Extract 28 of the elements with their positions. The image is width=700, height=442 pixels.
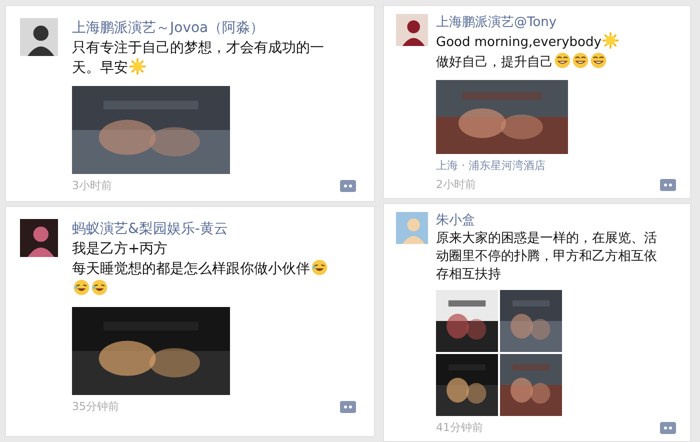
location-link[interactable]: 上海 · 浦东星河湾酒店: [436, 158, 676, 173]
post-text: 我是乙方+丙方: [72, 241, 168, 257]
post-text: 原来大家的困惑是一样的，在展览、活动圈里不停的扑腾，甲方和乙方相互依存相互扶持: [436, 231, 657, 282]
post-text: 天。早安: [72, 60, 128, 76]
grinning-emoji-icon: [572, 52, 589, 69]
sun-emoji-icon: [129, 58, 146, 75]
post-text: Good morning,everybody: [436, 35, 602, 50]
laughing-emoji-icon: [73, 279, 90, 296]
sun-emoji-icon: [602, 32, 620, 49]
user-name[interactable]: 蚂蚁演艺&梨园娱乐-黄云: [72, 219, 356, 239]
user-name[interactable]: 上海鹏派演艺～Jovoa（阿淼）: [72, 18, 356, 38]
post-time: 3小时前: [72, 178, 112, 193]
comment-icon[interactable]: [340, 400, 356, 412]
post-text: 每天睡觉想的都是怎么样跟你做小伙伴: [72, 261, 310, 277]
post-text: 做好自己，提升自己: [436, 55, 553, 70]
comment-icon[interactable]: [340, 180, 356, 192]
grinning-emoji-icon: [590, 52, 607, 69]
laughing-emoji-icon: [311, 259, 328, 276]
user-name[interactable]: 上海鹏派演艺@Tony: [436, 14, 676, 32]
post-text: 只有专注于自己的梦想，才会有成功的一: [72, 40, 324, 56]
comment-icon[interactable]: [660, 422, 676, 434]
post-time: 35分钟前: [72, 399, 119, 414]
grinning-emoji-icon: [554, 52, 571, 69]
post-time: 41分钟前: [436, 420, 483, 435]
laughing-emoji-icon: [91, 279, 108, 296]
comment-icon[interactable]: [660, 178, 676, 190]
post-time: 2小时前: [436, 177, 476, 192]
user-name[interactable]: 朱小盒: [436, 212, 676, 230]
